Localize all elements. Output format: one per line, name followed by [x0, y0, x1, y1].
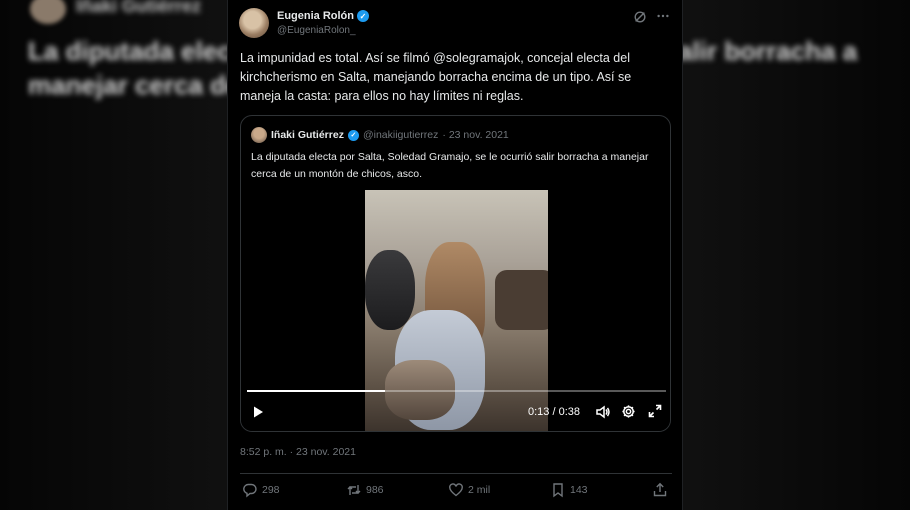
divider	[240, 473, 672, 474]
tweet-actions-bar: 298 986 2 mil 143	[242, 482, 672, 502]
heart-icon	[449, 483, 463, 497]
grok-icon[interactable]	[633, 10, 647, 24]
bookmark-button[interactable]: 143	[550, 482, 588, 498]
backdrop-text-line-3: alir borracha a	[678, 36, 858, 66]
author-name-row: Eugenia Rolón ✓	[277, 10, 369, 22]
more-icon[interactable]	[655, 9, 671, 23]
bookmark-icon	[553, 483, 563, 498]
quoted-author-avatar	[251, 127, 267, 143]
quoted-author-name: Iñaki Gutiérrez	[271, 129, 344, 141]
quoted-verified-icon: ✓	[347, 129, 359, 141]
tweet-header: Eugenia Rolón ✓ @EugeniaRolon_	[239, 8, 673, 44]
video-figure	[365, 250, 415, 330]
share-button[interactable]	[652, 482, 668, 498]
retweet-button[interactable]: 986	[346, 482, 384, 498]
backdrop-text-line-1: La diputada electa	[28, 36, 255, 66]
quoted-tweet[interactable]: Iñaki Gutiérrez ✓ @inakiigutierrez · 23 …	[240, 115, 671, 432]
author-avatar[interactable]	[239, 8, 269, 38]
reply-count: 298	[262, 484, 280, 496]
tweet-card: Eugenia Rolón ✓ @EugeniaRolon_ La impuni…	[227, 0, 683, 510]
video-figure	[495, 270, 548, 330]
video-time: 0:13 / 0:38	[528, 406, 580, 418]
share-icon	[653, 482, 667, 497]
video-progress-bar[interactable]	[247, 390, 666, 392]
video-current-time: 0:13	[528, 406, 550, 418]
bookmark-count: 143	[570, 484, 588, 496]
like-button[interactable]: 2 mil	[448, 482, 490, 498]
retweet-icon	[347, 485, 361, 495]
reply-icon	[243, 483, 257, 498]
video-progress-fill	[247, 390, 386, 392]
play-icon[interactable]	[251, 405, 265, 419]
like-count: 2 mil	[468, 484, 491, 496]
volume-icon[interactable]	[595, 405, 611, 419]
video-player[interactable]: 0:13 / 0:38	[241, 188, 670, 431]
retweet-count: 986	[366, 484, 384, 496]
video-time-separator: /	[552, 406, 556, 418]
author-handle[interactable]: @EugeniaRolon_	[277, 25, 356, 36]
quoted-author-handle: @inakiigutierrez	[362, 129, 439, 141]
verified-icon: ✓	[357, 10, 369, 22]
author-name[interactable]: Eugenia Rolón	[277, 10, 354, 22]
video-frame[interactable]	[365, 190, 548, 431]
settings-gear-icon[interactable]	[621, 404, 636, 419]
backdrop-name: Iñaki Gutiérrez	[76, 0, 202, 16]
quoted-date: · 23 nov. 2021	[442, 129, 509, 141]
quoted-tweet-header: Iñaki Gutiérrez ✓ @inakiigutierrez · 23 …	[251, 127, 509, 143]
quoted-tweet-text: La diputada electa por Salta, Soledad Gr…	[251, 151, 649, 180]
tweet-timestamp[interactable]: 8:52 p. m. · 23 nov. 2021	[240, 446, 356, 458]
reply-button[interactable]: 298	[242, 482, 280, 498]
video-duration: 0:38	[558, 406, 581, 418]
tweet-text: La impunidad es total. Así se filmó @sol…	[240, 51, 632, 103]
fullscreen-icon[interactable]	[648, 404, 662, 418]
backdrop-right-panel	[670, 0, 910, 510]
